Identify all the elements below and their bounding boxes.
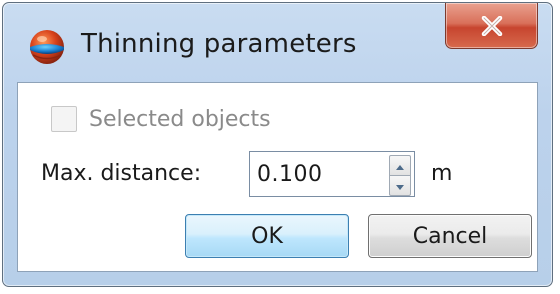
close-button[interactable]: [445, 3, 538, 49]
dialog-content: Selected objects Max. distance: 0.100 m …: [17, 82, 538, 272]
ok-button[interactable]: OK: [185, 214, 349, 258]
globe-icon: [28, 28, 66, 66]
spin-up-button[interactable]: [389, 155, 411, 176]
close-icon: [481, 15, 503, 36]
title-bar[interactable]: Thinning parameters: [3, 3, 552, 81]
cancel-button[interactable]: Cancel: [368, 214, 532, 258]
max-distance-label: Max. distance:: [41, 161, 202, 186]
spin-buttons: [389, 155, 411, 196]
max-distance-spinbox[interactable]: 0.100: [249, 151, 415, 197]
spin-down-button[interactable]: [389, 176, 411, 196]
selected-objects-option: Selected objects: [51, 106, 271, 132]
max-distance-value[interactable]: 0.100: [257, 162, 322, 187]
selected-objects-checkbox[interactable]: [51, 106, 77, 132]
selected-objects-label: Selected objects: [89, 106, 271, 132]
unit-label: m: [431, 161, 453, 186]
spin-down-arrow-icon: [395, 176, 405, 195]
dialog-window: Thinning parameters Selected objects Max…: [2, 2, 553, 287]
spin-up-arrow-icon: [395, 156, 405, 175]
window-title: Thinning parameters: [81, 29, 357, 59]
